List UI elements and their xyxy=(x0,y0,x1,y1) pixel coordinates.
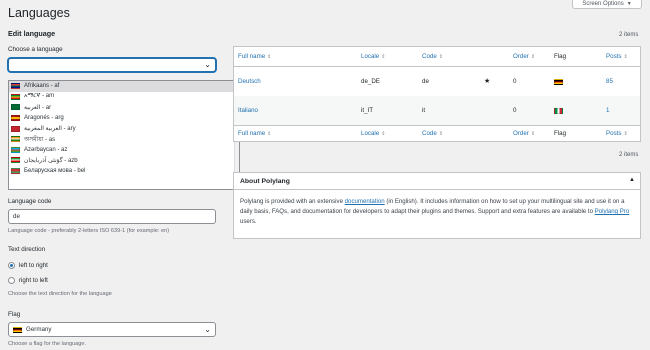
dropdown-option-label: অসমীয়া - as xyxy=(24,136,56,143)
languages-table: Full name ⇕ Locale ⇕ Code ⇕ Order ⇕ Flag Pos… xyxy=(233,46,641,142)
language-code-value: de xyxy=(13,213,20,220)
row-name-link[interactable]: Italiano xyxy=(238,107,258,114)
table-footer: Full name ⇕ Locale ⇕ Code ⇕ Order ⇕ Flag Pos… xyxy=(234,125,640,141)
items-count-top: 2 items xyxy=(619,32,639,38)
dropdown-option[interactable]: Беларуская мова - bel xyxy=(9,166,239,177)
dropdown-option-label: Беларуская мова - bel xyxy=(24,168,86,175)
row-code: de xyxy=(422,78,429,85)
row-posts-link[interactable]: 85 xyxy=(606,78,613,85)
items-count-bottom: 2 items xyxy=(619,152,639,158)
flag-icon xyxy=(11,83,20,90)
page-title: Languages xyxy=(8,6,70,20)
choose-language-label: Choose a language xyxy=(8,46,63,53)
dropdown-option-label: گؤنئی آذربایجان - azb xyxy=(24,157,78,164)
table-header: Full name ⇕ Locale ⇕ Code ⇕ Order ⇕ Flag Pos… xyxy=(234,47,640,67)
text-direction-label: Text direction xyxy=(8,246,46,253)
about-panel-header[interactable]: About Polylang ▲ xyxy=(234,173,640,190)
dropdown-option-label: Afrikaans - af xyxy=(24,83,60,90)
dropdown-option[interactable]: অসমীয়া - as xyxy=(9,134,239,145)
germany-flag-icon xyxy=(554,79,563,85)
radio-ltr-label: left to right xyxy=(19,262,48,269)
about-text: users. xyxy=(240,218,257,225)
language-dropdown[interactable]: Afrikaans - af አማርኛ - am العربية - ar Arago… xyxy=(8,80,240,190)
column-order[interactable]: Order ⇕ xyxy=(513,130,535,137)
dropdown-option-label: Aragonés - arg xyxy=(24,115,64,122)
flag-icon xyxy=(11,104,20,111)
documentation-link[interactable]: documentation xyxy=(345,198,385,205)
column-full-name[interactable]: Full name ⇕ xyxy=(238,53,271,60)
row-name-link[interactable]: Deutsch xyxy=(238,78,261,85)
flag-icon xyxy=(11,157,20,164)
flag-icon xyxy=(11,146,20,153)
italy-flag-icon xyxy=(554,108,563,114)
flag-icon xyxy=(11,125,20,132)
flag-icon xyxy=(11,115,20,122)
germany-flag-icon xyxy=(13,326,22,333)
flag-icon xyxy=(11,93,20,100)
column-flag: Flag xyxy=(554,130,567,137)
language-code-label: Language code xyxy=(8,198,52,205)
about-panel-body: Polylang is provided with an extensive d… xyxy=(234,190,640,234)
table-row: Deutsch de_DE de ★ 0 85 xyxy=(234,67,640,96)
dropdown-option[interactable]: Aragonés - arg xyxy=(9,113,239,124)
column-flag: Flag xyxy=(554,53,567,60)
flag-icon xyxy=(11,136,20,143)
row-posts-link[interactable]: 1 xyxy=(606,107,609,114)
row-locale: de_DE xyxy=(361,78,380,85)
radio-ltr-input[interactable] xyxy=(8,262,15,269)
about-panel: About Polylang ▲ Polylang is provided wi… xyxy=(233,172,641,239)
flag-select-value: Germany xyxy=(26,326,52,333)
dropdown-option[interactable]: العربية - ar xyxy=(9,102,239,113)
flag-help: Choose a flag for the language. xyxy=(8,341,87,347)
column-order[interactable]: Order ⇕ xyxy=(513,53,535,60)
dropdown-option[interactable]: گؤنئی آذربایجان - azb xyxy=(9,155,239,166)
column-posts[interactable]: Posts ⇕ xyxy=(606,130,628,137)
row-locale: it_IT xyxy=(361,107,374,114)
chevron-down-icon: ▼ xyxy=(626,0,632,7)
about-text: Polylang is provided with an extensive xyxy=(240,198,345,205)
text-direction-help: Choose the text direction for the langua… xyxy=(8,291,112,297)
collapse-arrow-icon[interactable]: ▲ xyxy=(629,177,635,183)
dropdown-option-label: Azərbaycan - az xyxy=(24,146,68,153)
language-code-help: Language code - preferably 2-letters ISO… xyxy=(8,228,170,234)
default-star-icon: ★ xyxy=(484,78,491,85)
dropdown-option[interactable]: Afrikaans - af xyxy=(9,81,239,92)
dropdown-option[interactable]: العربية المغربية - ary xyxy=(9,123,239,134)
radio-rtl[interactable]: right to left xyxy=(8,277,48,284)
column-full-name[interactable]: Full name ⇕ xyxy=(238,130,271,137)
column-posts[interactable]: Posts ⇕ xyxy=(606,53,628,60)
choose-language-select[interactable]: ⌄ xyxy=(8,58,216,72)
column-code[interactable]: Code ⇕ xyxy=(422,53,443,60)
about-panel-title: About Polylang xyxy=(240,177,290,185)
screen-options-button[interactable]: Screen Options ▼ xyxy=(572,0,642,9)
column-locale[interactable]: Locale ⇕ xyxy=(361,130,385,137)
dropdown-option[interactable]: Azərbaycan - az xyxy=(9,145,239,156)
radio-rtl-input[interactable] xyxy=(8,277,15,284)
dropdown-option-label: العربية المغربية - ary xyxy=(24,126,76,133)
flag-label: Flag xyxy=(8,311,21,318)
column-locale[interactable]: Locale ⇕ xyxy=(361,53,385,60)
dropdown-option[interactable]: አማርኛ - am xyxy=(9,92,239,103)
flag-icon xyxy=(11,168,20,175)
radio-rtl-label: right to left xyxy=(19,277,48,284)
dropdown-option-label: አማርኛ - am xyxy=(24,93,55,100)
dropdown-option-label: العربية - ar xyxy=(24,104,52,111)
table-row: Italiano it_IT it 0 1 xyxy=(234,96,640,125)
screen-options-label: Screen Options xyxy=(582,0,624,7)
chevron-down-icon: ⌄ xyxy=(204,60,211,69)
column-code[interactable]: Code ⇕ xyxy=(422,130,443,137)
row-order: 0 xyxy=(513,107,517,114)
language-code-input[interactable]: de xyxy=(8,209,216,224)
row-order: 0 xyxy=(513,78,517,85)
polylang-pro-link[interactable]: Polylang Pro xyxy=(595,208,630,215)
section-title: Edit language xyxy=(8,29,56,38)
row-code: it xyxy=(422,107,426,114)
flag-select[interactable]: Germany ⌄ xyxy=(8,322,216,337)
radio-ltr[interactable]: left to right xyxy=(8,262,48,269)
chevron-down-icon: ⌄ xyxy=(204,325,211,334)
